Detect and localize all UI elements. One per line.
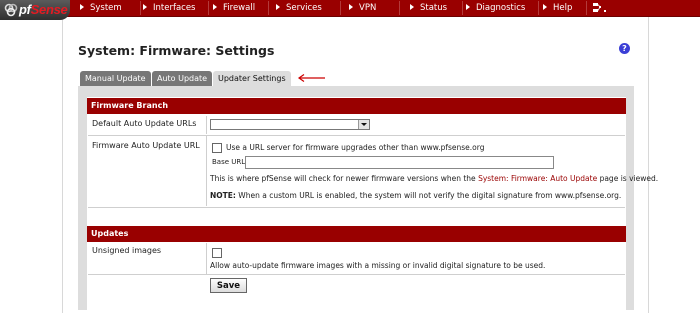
nav-item-services[interactable]: Services <box>276 0 322 16</box>
unsigned-images-label: Unsigned images <box>92 246 162 255</box>
network-status-icon[interactable] <box>592 2 608 14</box>
nav-item-system[interactable]: System <box>80 0 122 16</box>
nav-arrow-icon <box>143 3 147 10</box>
default-urls-label: Default Auto Update URLs <box>92 119 197 128</box>
nav-arrow-icon <box>410 3 414 10</box>
save-button[interactable]: Save <box>210 278 247 293</box>
nav-arrow-icon <box>213 3 217 10</box>
nav-item-status[interactable]: Status <box>410 0 447 16</box>
pfsense-logo[interactable]: pfSense <box>0 0 70 20</box>
nav-arrow-icon <box>466 3 470 10</box>
firmware-help-text: This is where pfSense will check for new… <box>210 174 659 183</box>
nav-item-diagnostics[interactable]: Diagnostics <box>466 0 525 16</box>
nav-item-vpn[interactable]: VPN <box>349 0 376 16</box>
nav-divider <box>268 1 269 15</box>
annotation-arrow-icon <box>297 74 325 82</box>
nav-arrow-icon <box>543 3 547 10</box>
base-url-label: Base URL: <box>212 158 248 166</box>
nav-divider <box>340 1 341 15</box>
custom-url-checkbox[interactable] <box>212 143 222 153</box>
nav-divider <box>140 1 141 15</box>
column-divider <box>206 116 207 134</box>
firmware-note: NOTE: When a custom URL is enabled, the … <box>210 191 622 200</box>
nav-item-help[interactable]: Help <box>543 0 572 16</box>
auto-update-link[interactable]: System: Firmware: Auto Update <box>478 174 597 183</box>
page-frame-left <box>62 17 63 313</box>
nav-arrow-icon <box>80 3 84 10</box>
auto-update-url-label: Firmware Auto Update URL <box>92 141 200 150</box>
default-urls-select[interactable] <box>210 119 370 130</box>
unsigned-images-checkbox[interactable] <box>212 248 222 258</box>
row-divider <box>88 207 625 208</box>
chevron-down-icon[interactable] <box>358 120 369 129</box>
nav-divider <box>586 1 587 15</box>
column-divider <box>206 136 207 206</box>
section-header-firmware-branch: Firmware Branch <box>87 98 626 114</box>
base-url-input[interactable] <box>245 156 554 169</box>
nav-item-interfaces[interactable]: Interfaces <box>143 0 195 16</box>
tab-updater-settings[interactable]: Updater Settings <box>213 71 291 87</box>
nav-arrow-icon <box>349 3 353 10</box>
custom-url-checkbox-label: Use a URL server for firmware upgrades o… <box>226 143 485 152</box>
page-frame-right <box>648 17 649 313</box>
nav-divider <box>399 1 400 15</box>
nav-arrow-icon <box>276 3 280 10</box>
row-divider <box>88 135 625 136</box>
tab-manual-update[interactable]: Manual Update <box>80 71 151 86</box>
page-title: System: Firmware: Settings <box>78 43 275 58</box>
unsigned-images-description: Allow auto-update firmware images with a… <box>210 261 546 270</box>
column-divider <box>206 243 207 274</box>
nav-divider <box>538 1 539 15</box>
logo-text: pfSense <box>19 2 68 17</box>
section-header-updates: Updates <box>87 226 626 242</box>
row-divider <box>88 274 625 275</box>
tab-auto-update[interactable]: Auto Update <box>152 71 213 86</box>
nav-item-firewall[interactable]: Firewall <box>213 0 255 16</box>
help-icon[interactable]: ? <box>619 43 630 54</box>
nav-divider <box>462 1 463 15</box>
nav-divider <box>208 1 209 15</box>
pfsense-knot-icon <box>4 3 18 17</box>
